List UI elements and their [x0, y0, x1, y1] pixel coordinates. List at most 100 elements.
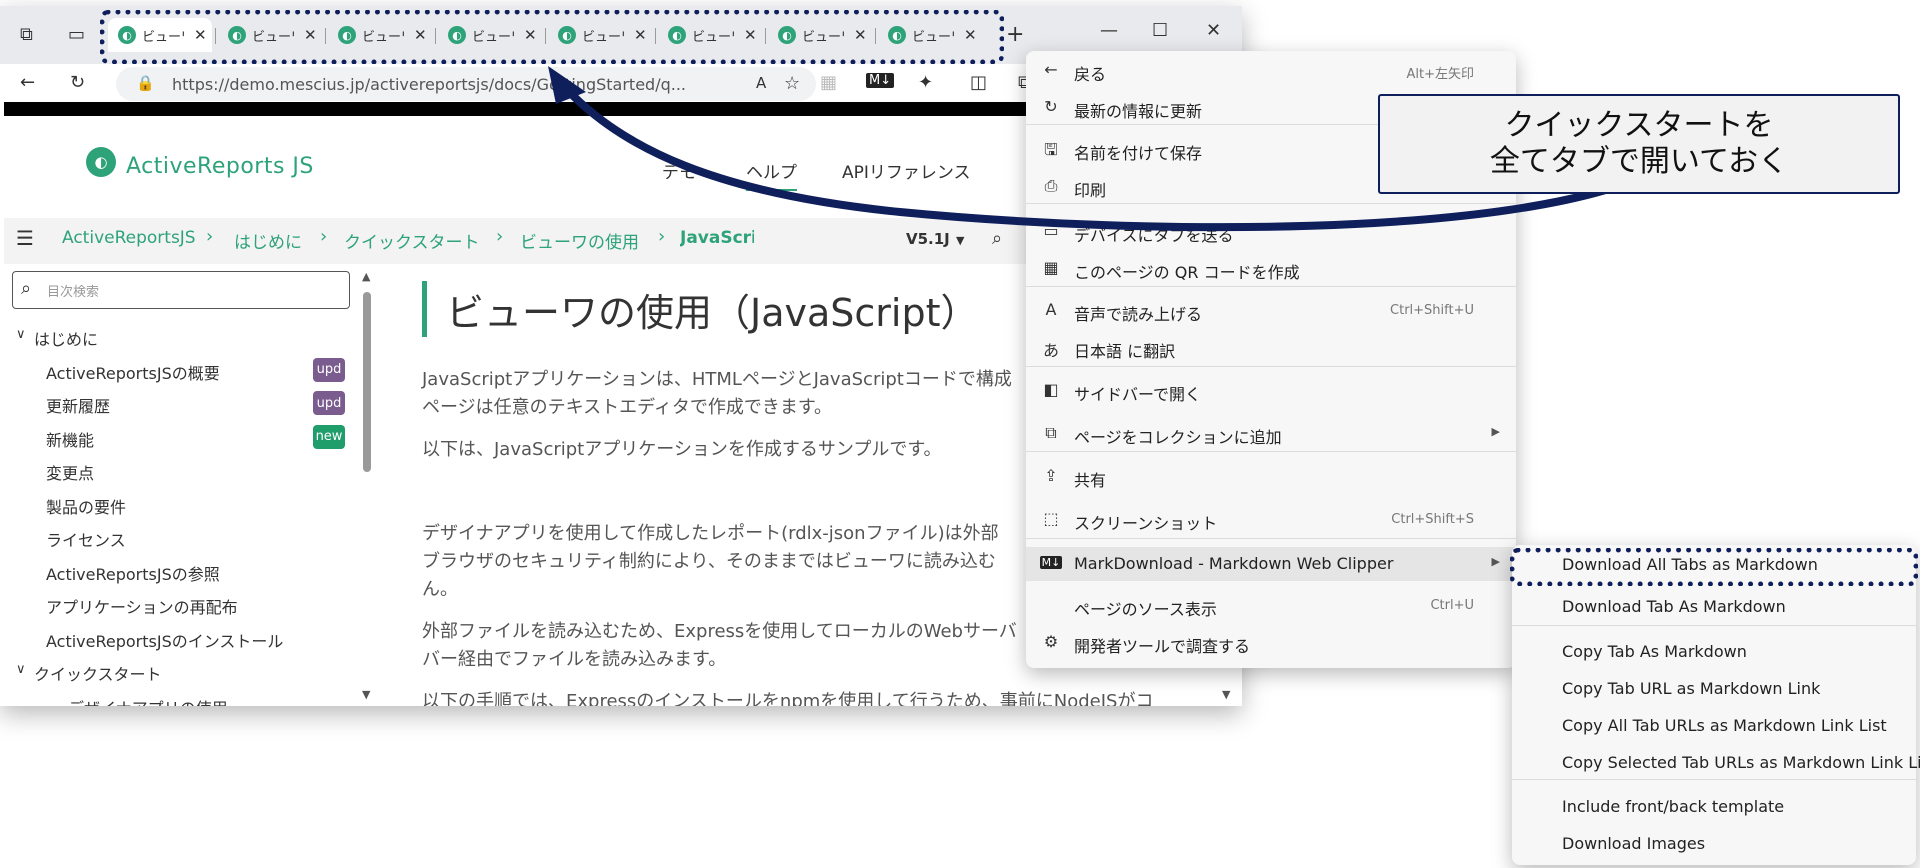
tabs-highlight-box [100, 10, 1004, 64]
back-arrow-icon: ← [1044, 60, 1058, 79]
paragraph: デザイナアプリを使用して作成したレポート(rdlx-jsonファイル)は外部 [422, 523, 999, 544]
context-menu-item[interactable]: ▭ デバイスにタブを送る [1026, 215, 1516, 249]
menu-item-shortcut: Ctrl+U [1430, 598, 1474, 613]
sidebar-item[interactable]: ActiveReportsJSのインストール [46, 628, 283, 652]
context-menu-item[interactable]: ← 戻る Alt+左矢印 [1026, 54, 1516, 88]
chevron-right-icon: › [496, 226, 504, 247]
search-icon[interactable]: ⌕ [992, 228, 1002, 249]
favorite-star-icon[interactable]: ☆ [784, 73, 800, 94]
context-menu-item[interactable]: ⧉ ページをコレクションに追加 ▶ [1026, 417, 1516, 451]
menu-item-label: 名前を付けて保存 [1074, 144, 1203, 163]
collections-icon: ⧉ [1045, 423, 1057, 442]
context-menu-item[interactable]: ⚙ 開発者ツールで調査する [1026, 626, 1516, 660]
breadcrumb-item[interactable]: はじめに [234, 228, 302, 253]
submenu-item[interactable]: Download Tab As Markdown [1562, 597, 1786, 616]
nav-demo[interactable]: デモ [662, 158, 696, 183]
context-menu-item[interactable]: ◧ サイドバーで開く [1026, 374, 1516, 408]
status-badge: upd [313, 357, 345, 382]
markdownload-submenu: Download All Tabs as Markdown Download Ta… [1512, 545, 1920, 865]
qr-code-icon: ▦ [1043, 258, 1059, 277]
menu-separator [1512, 779, 1916, 780]
chevron-down-icon[interactable]: ▼ [956, 234, 964, 247]
markdown-extension-icon[interactable]: M↓ [866, 73, 895, 88]
context-menu-item[interactable]: ページのソース表示 Ctrl+U [1026, 589, 1516, 623]
status-badge: upd [313, 391, 345, 415]
menu-item-label: デバイスにタブを送る [1074, 226, 1234, 245]
context-menu-item[interactable]: M↓ MarkDownload - Markdown Web Clipper ▶ [1026, 547, 1516, 581]
breadcrumb-current: JavaScript [680, 228, 754, 248]
menu-item-label: 最新の情報に更新 [1074, 102, 1203, 121]
sidebar-item[interactable]: ActiveReportsJSの参照 [46, 561, 220, 585]
nav-api-reference[interactable]: APIリファレンス [842, 158, 971, 183]
menu-item-label: サイドバーで開く [1074, 385, 1202, 404]
content-scroll-down-icon[interactable]: ▼ [1222, 688, 1230, 701]
sidebar-item[interactable]: はじめに [34, 326, 98, 350]
menu-item-label: 印刷 [1074, 181, 1107, 200]
submenu-item[interactable]: Copy Selected Tab URLs as Markdown Link … [1562, 753, 1920, 772]
read-aloud-icon: A [1045, 300, 1057, 319]
sidebar-item[interactable]: デザイナアプリの使用 [68, 695, 228, 707]
menu-item-shortcut: Alt+左矢印 [1406, 67, 1475, 82]
context-menu-item[interactable]: A 音声で読み上げる Ctrl+Shift+U [1026, 294, 1516, 328]
url-text[interactable]: https://demo.mescius.jp/activereportsjs/… [172, 75, 752, 94]
tab-actions-icon[interactable]: ▭ [68, 24, 85, 45]
menu-item-shortcut: Ctrl+Shift+U [1390, 303, 1474, 318]
new-tab-button[interactable]: + [1006, 22, 1024, 47]
scroll-down-icon[interactable]: ▼ [362, 688, 370, 701]
menu-item-label: 共有 [1074, 471, 1107, 490]
scroll-up-icon[interactable]: ▲ [362, 270, 370, 283]
menu-item-label: MarkDownload - Markdown Web Clipper [1074, 554, 1394, 573]
sidebar-item[interactable]: アプリケーションの再配布 [46, 594, 238, 618]
sidebar-item[interactable]: ActiveReportsJSの概要 [46, 360, 220, 384]
callout-line: クイックスタートを [1504, 108, 1774, 143]
submenu-item[interactable]: Copy All Tab URLs as Markdown Link List [1562, 716, 1887, 735]
chevron-right-icon: › [658, 226, 666, 247]
sidebar-item[interactable]: 変更点 [46, 460, 94, 484]
share-icon: ⇪ [1044, 466, 1058, 485]
breadcrumb-item[interactable]: ActiveReportsJS [62, 228, 196, 248]
back-arrow-icon[interactable]: ← [20, 72, 35, 93]
sidebar-item[interactable]: 製品の要件 [46, 494, 126, 518]
sidebar-icon: ◧ [1043, 380, 1059, 399]
chevron-down-icon[interactable]: ∨ [16, 662, 26, 677]
toc-search-input[interactable]: ⌕ 目次検索 [12, 271, 350, 309]
address-bar[interactable]: 🔒 https://demo.mescius.jp/activereportsj… [116, 67, 816, 101]
hamburger-menu-icon[interactable]: ☰ [16, 226, 34, 250]
submenu-item[interactable]: Copy Tab URL as Markdown Link [1562, 679, 1820, 698]
context-menu-item[interactable]: ⬚ スクリーンショット Ctrl+Shift+S [1026, 503, 1516, 537]
lock-icon[interactable]: 🔒 [136, 74, 155, 92]
context-menu-item[interactable]: ▦ このページの QR コードを作成 [1026, 252, 1516, 286]
extension-icon[interactable]: ▦ [820, 72, 837, 93]
nav-help[interactable]: ヘルプ [746, 158, 797, 191]
logo-icon[interactable]: ◐ [86, 147, 116, 177]
extensions-puzzle-icon[interactable]: ✦ [918, 72, 933, 93]
breadcrumb-item[interactable]: ビューワの使用 [520, 228, 639, 253]
sidebar-item[interactable]: クイックスタート [34, 661, 162, 685]
context-menu-item[interactable]: あ日本語 に翻訳 [1026, 331, 1516, 365]
sidebar-scroll-thumb[interactable] [363, 292, 371, 472]
workspaces-icon[interactable]: ⧉ [20, 24, 33, 45]
screenshot-icon: ⬚ [1043, 509, 1059, 528]
refresh-icon[interactable]: ↻ [70, 72, 85, 93]
minimize-button[interactable]: — [1100, 20, 1118, 41]
split-screen-icon[interactable]: ◫ [970, 72, 987, 93]
submenu-item[interactable]: Include front/back template [1562, 797, 1784, 816]
menu-separator [1512, 625, 1916, 626]
version-select[interactable]: V5.1J [906, 230, 950, 248]
paragraph: 以下の手順では、Expressのインストールをnpmを使用して行うため、事前にN… [422, 691, 1154, 706]
menu-item-shortcut: Ctrl+Shift+S [1391, 512, 1474, 527]
sidebar-item[interactable]: 新機能 [46, 427, 94, 451]
submenu-item[interactable]: Copy Tab As Markdown [1562, 642, 1747, 661]
sidebar-item[interactable]: 更新履歴 [46, 393, 110, 417]
maximize-button[interactable]: ☐ [1152, 20, 1168, 41]
chevron-down-icon[interactable]: ∨ [16, 327, 26, 342]
read-aloud-icon[interactable]: A [756, 74, 766, 92]
submenu-item[interactable]: Download Images [1562, 834, 1705, 853]
site-logo-text[interactable]: ActiveReports JS [126, 154, 314, 179]
devtools-icon: ⚙ [1043, 632, 1059, 651]
context-menu-item[interactable]: ⇪ 共有 [1026, 460, 1516, 494]
sidebar-item[interactable]: ライセンス [46, 527, 126, 551]
breadcrumb-item[interactable]: クイックスタート [344, 228, 480, 253]
close-window-button[interactable]: ✕ [1206, 20, 1221, 41]
submenu-arrow-icon: ▶ [1491, 555, 1500, 568]
